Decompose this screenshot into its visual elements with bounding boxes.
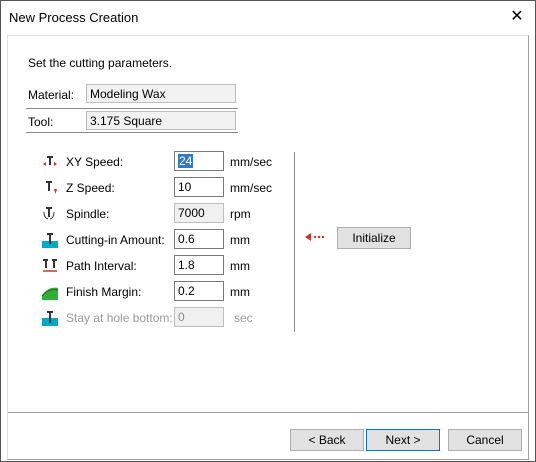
path-interval-icon [42, 258, 58, 274]
cutting-in-icon [42, 232, 58, 248]
z-speed-unit: mm/sec [230, 181, 272, 195]
cutting-in-unit: mm [230, 233, 250, 247]
stay-hole-label: Stay at hole bottom: [66, 311, 173, 325]
xy-speed-icon [42, 154, 58, 170]
intro-text: Set the cutting parameters. [28, 56, 173, 70]
window-title: New Process Creation [9, 10, 139, 25]
dialog-window: New Process Creation ✕ Set the cutting p… [0, 0, 536, 462]
xy-speed-label: XY Speed: [66, 155, 124, 169]
path-interval-label: Path Interval: [66, 259, 137, 273]
dialog-body: Set the cutting parameters. Material: Mo… [7, 35, 529, 460]
title-bar[interactable]: New Process Creation ✕ [1, 1, 535, 35]
material-divider [26, 108, 238, 109]
spindle-label: Spindle: [66, 207, 110, 221]
arrow-left-icon [304, 231, 330, 243]
vertical-divider [294, 152, 295, 332]
initialize-button[interactable]: Initialize [337, 227, 411, 249]
finish-margin-unit: mm [230, 285, 250, 299]
finish-margin-icon [41, 284, 59, 300]
xy-speed-input[interactable]: 24 [174, 151, 224, 171]
z-speed-label: Z Speed: [66, 181, 115, 195]
stay-hole-unit: sec [234, 311, 253, 325]
path-interval-unit: mm [230, 259, 250, 273]
tool-divider [26, 132, 238, 133]
finish-margin-label: Finish Margin: [66, 285, 142, 299]
footer-divider [8, 412, 528, 413]
spindle-value: 7000 [174, 203, 224, 223]
cutting-in-input[interactable]: 0.6 [174, 229, 224, 249]
back-button[interactable]: < Back [290, 429, 364, 451]
cancel-button[interactable]: Cancel [448, 429, 522, 451]
next-button[interactable]: Next > [366, 429, 440, 451]
path-interval-input[interactable]: 1.8 [174, 255, 224, 275]
z-speed-icon [42, 180, 58, 196]
stay-hole-input: 0 [174, 307, 224, 327]
close-icon[interactable]: ✕ [507, 7, 527, 27]
stay-hole-icon [42, 310, 58, 326]
material-label: Material: [28, 88, 75, 102]
finish-margin-input[interactable]: 0.2 [174, 281, 224, 301]
xy-speed-unit: mm/sec [230, 155, 272, 169]
material-value: Modeling Wax [86, 84, 236, 103]
tool-label: Tool: [28, 115, 54, 129]
tool-value: 3.175 Square [86, 111, 236, 130]
cutting-in-label: Cutting-in Amount: [66, 233, 165, 247]
spindle-unit: rpm [230, 207, 251, 221]
z-speed-input[interactable]: 10 [174, 177, 224, 197]
spindle-icon [42, 206, 58, 222]
